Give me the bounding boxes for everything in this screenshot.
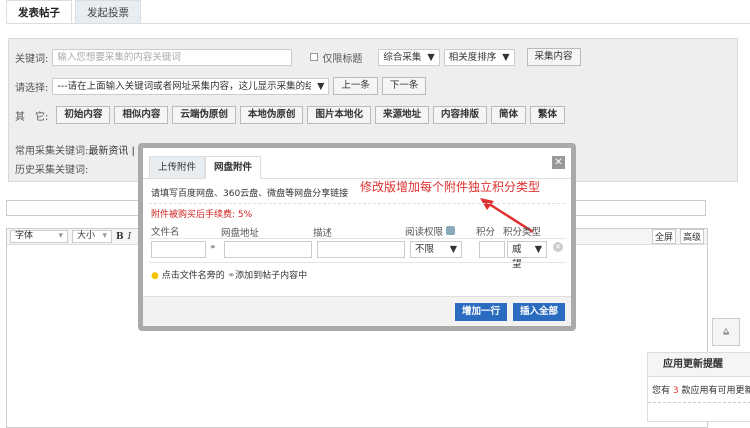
update-count[interactable]: 3 <box>673 386 679 396</box>
permission-value: 不限 <box>415 242 434 257</box>
common-keywords-label: 常用采集关键词: <box>15 142 88 157</box>
filename-input[interactable] <box>151 241 206 258</box>
arrow-up-icon: ⩠ <box>723 326 729 337</box>
col-permission: 阅读权限 <box>405 224 455 238</box>
tab-upload-attachment[interactable]: 上传附件 <box>149 156 205 178</box>
source-url-button[interactable]: 来源地址 <box>375 106 429 124</box>
notice-title: 应用更新提醒 <box>648 353 750 377</box>
tab-netdisk-attachment[interactable]: 网盘附件 <box>205 156 261 179</box>
size-select[interactable]: 大小 ▾ <box>72 230 112 243</box>
next-button[interactable]: 下一条 <box>382 77 427 95</box>
caret-icon: ▼ <box>427 50 434 65</box>
size-value: 大小 <box>77 231 95 242</box>
history-keywords-label: 历史采集关键词: <box>15 161 88 176</box>
mode-select[interactable]: 综合采集 ▼ <box>378 49 439 66</box>
advanced-button[interactable]: 高级 <box>680 229 704 244</box>
italic-button[interactable]: I <box>128 232 132 242</box>
localize-images-button[interactable]: 图片本地化 <box>307 106 371 124</box>
divider <box>6 23 750 24</box>
format-button[interactable]: 内容排版 <box>433 106 487 124</box>
url-input[interactable] <box>224 241 312 258</box>
tab-poll[interactable]: 发起投票 <box>75 0 141 24</box>
add-row-button[interactable]: 增加一行 <box>455 303 507 321</box>
dialog-footer: 增加一行 插入全部 <box>143 296 571 326</box>
font-value: 字体 <box>15 231 33 242</box>
result-select[interactable]: ---请在上面输入关键词或者网址采集内容，这儿显示采集的结果--- ▼ <box>52 78 329 95</box>
caret-icon: ▼ <box>502 50 509 65</box>
bold-button[interactable]: B <box>116 232 124 242</box>
keyword-label: 关键词: <box>15 50 48 65</box>
attachment-dialog: 上传附件 网盘附件 ✕ 请填写百度网盘、360云盘、微盘等网盘分享链接 修改版增… <box>138 143 576 331</box>
other-buttons: 其 它: 初始内容 相似内容 云端伪原创 本地伪原创 图片本地化 来源地址 内容… <box>15 106 565 124</box>
fullscreen-button[interactable]: 全屏 <box>652 229 676 244</box>
tip-post: 添加到帖子内容中 <box>235 271 307 281</box>
back-to-top-button[interactable]: ⩠ <box>712 318 740 346</box>
caret-icon: ▼ <box>535 242 542 257</box>
col-desc: 描述 <box>313 225 332 239</box>
link-icon[interactable]: ⚭ <box>209 243 217 253</box>
credit-type-select[interactable]: 威望 ▼ <box>507 241 547 258</box>
permission-select[interactable]: 不限 ▼ <box>410 241 462 258</box>
credits-input[interactable] <box>479 241 505 258</box>
other-label: 其 它: <box>15 108 48 123</box>
sort-select[interactable]: 相关度排序 ▼ <box>444 49 515 66</box>
top-tabs: 发表帖子 发起投票 <box>6 0 144 24</box>
result-value: ---请在上面输入关键词或者网址采集内容，这儿显示采集的结果--- <box>57 79 311 94</box>
cloud-rewrite-button[interactable]: 云端伪原创 <box>172 106 236 124</box>
fee-text: 附件被购买后手续费: 5% <box>151 207 252 220</box>
font-select[interactable]: 字体 ▾ <box>10 230 68 243</box>
notice-text: 款应用有可用更新 <box>682 386 750 396</box>
col-credit-type: 积分类型 <box>503 224 541 238</box>
remove-row-icon[interactable]: × <box>553 242 563 252</box>
desc-input[interactable] <box>317 241 405 258</box>
credit-type-value: 威望 <box>512 242 529 257</box>
caret-icon: ▾ <box>102 231 107 242</box>
caret-icon: ▾ <box>58 231 63 242</box>
tip-pre: 点击文件名旁的 <box>162 271 225 281</box>
caret-icon: ▼ <box>450 242 457 257</box>
keyword-input[interactable]: 输入您想要采集的内容关键词 <box>52 49 292 66</box>
col-credits: 积分 <box>476 224 495 238</box>
choose-label: 请选择: <box>15 79 48 94</box>
netdisk-hint: 请填写百度网盘、360云盘、微盘等网盘分享链接 <box>151 186 348 199</box>
annotation-text: 修改版增加每个附件独立积分类型 <box>360 178 540 195</box>
mode-value: 综合采集 <box>383 50 421 65</box>
notice-text: 您有 <box>652 386 670 396</box>
col-permission-label: 阅读权限 <box>405 227 443 238</box>
local-rewrite-button[interactable]: 本地伪原创 <box>240 106 304 124</box>
caret-icon: ▼ <box>317 79 324 94</box>
collect-button[interactable]: 采集内容 <box>527 48 581 66</box>
traditional-button[interactable]: 繁体 <box>530 106 565 124</box>
help-icon[interactable] <box>446 226 455 235</box>
col-url: 网盘地址 <box>221 225 259 239</box>
insert-all-button[interactable]: 插入全部 <box>513 303 565 321</box>
initial-content-button[interactable]: 初始内容 <box>56 106 110 124</box>
lightbulb-icon: ● <box>151 271 159 281</box>
similar-content-button[interactable]: 相似内容 <box>114 106 168 124</box>
title-only-checkbox[interactable] <box>310 53 318 61</box>
simplified-button[interactable]: 简体 <box>491 106 526 124</box>
prev-button[interactable]: 上一条 <box>333 77 378 95</box>
title-only-label: 仅限标题 <box>322 50 362 65</box>
tip-text: ● 点击文件名旁的 ⚭添加到帖子内容中 <box>151 268 307 281</box>
update-notice: 应用更新提醒 您有 3 款应用有可用更新 <box>647 352 750 422</box>
tab-post[interactable]: 发表帖子 <box>6 0 72 24</box>
sort-value: 相关度排序 <box>449 50 497 65</box>
close-icon[interactable]: ✕ <box>552 156 565 169</box>
col-filename: 文件名 <box>151 224 180 238</box>
notice-body: 您有 3 款应用有可用更新 <box>648 377 750 403</box>
